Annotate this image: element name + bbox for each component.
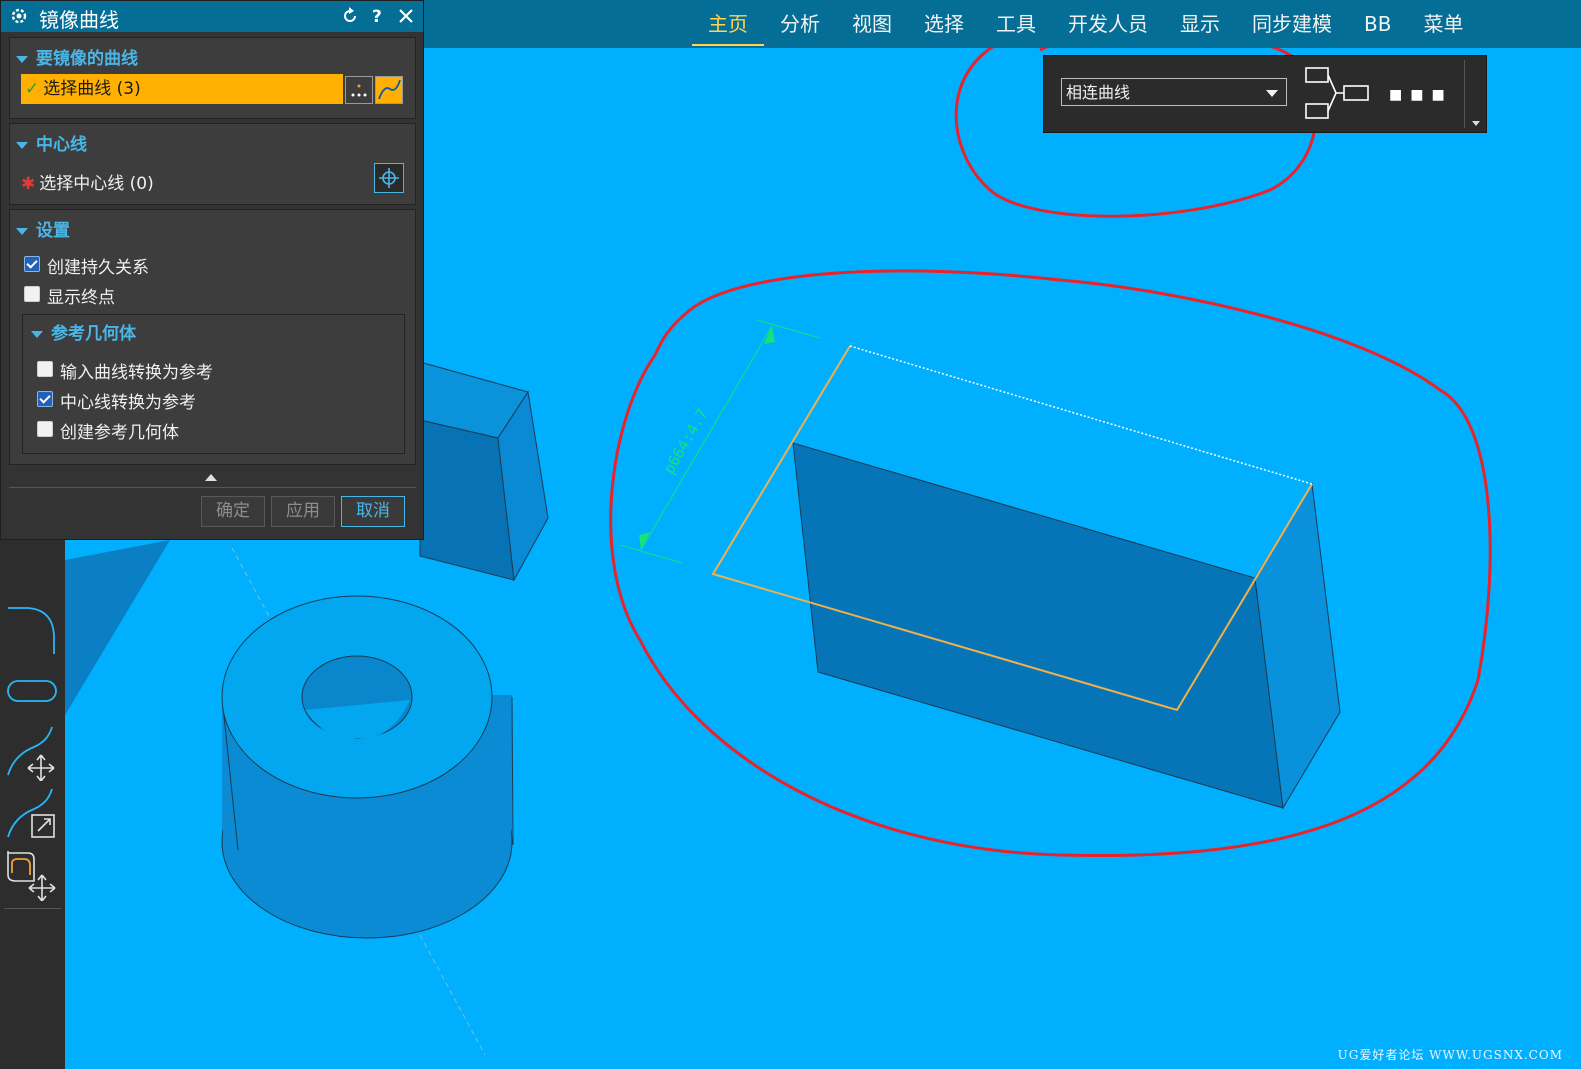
chevron-down-icon: [1266, 90, 1278, 97]
gear-icon[interactable]: [9, 6, 29, 26]
chevron-down-icon: [16, 141, 28, 149]
watermark-text: UG爱好者论坛 WWW.UGSNX.COM: [1337, 1048, 1563, 1062]
select-curve-label: 选择曲线 (3): [43, 79, 141, 99]
group-header-curves[interactable]: 要镜像的曲线: [16, 44, 138, 69]
curve-icon: [378, 79, 401, 100]
required-icon: ✱: [21, 174, 36, 194]
mirror-curve-dialog: 镜像曲线 ? 要镜像的曲线 ✓ 选择曲线 (3) 中心线 ✱ 选择中心线 (0)…: [0, 0, 424, 540]
centerline-to-reference-label: 中心线转换为参考: [60, 393, 196, 413]
group-header-reference[interactable]: 参考几何体: [31, 319, 136, 344]
wedge-solid: [792, 442, 1341, 810]
dialog-title: 镜像曲线: [39, 8, 119, 32]
curve-rule-toolbar: 相连曲线 ■■■: [1043, 55, 1487, 133]
divider: [9, 487, 416, 488]
group-curves-to-mirror: 要镜像的曲线 ✓ 选择曲线 (3): [9, 37, 416, 119]
check-icon: ✓: [25, 79, 40, 99]
select-centerline-row[interactable]: ✱ 选择中心线 (0): [21, 169, 154, 194]
input-curves-to-reference-checkbox[interactable]: [37, 361, 53, 377]
group-header-centerline[interactable]: 中心线: [16, 130, 87, 155]
group-settings: 设置 创建持久关系 显示终点 参考几何体 输入曲线转换为参考 中心线转换为参考 …: [9, 209, 416, 465]
offset-move-curve-icon[interactable]: [4, 845, 60, 901]
curve-select-button[interactable]: [375, 76, 403, 104]
dialog-titlebar[interactable]: 镜像曲线 ?: [1, 1, 423, 32]
group-title: 参考几何体: [51, 324, 136, 344]
create-reference-geometry-label: 创建参考几何体: [60, 423, 179, 443]
help-icon[interactable]: ?: [369, 5, 387, 27]
tab-analysis[interactable]: 分析: [764, 0, 836, 48]
dimension-label: p664:4.7: [660, 405, 712, 477]
tab-menu[interactable]: 菜单: [1407, 0, 1479, 48]
box-solid-left: [419, 361, 549, 582]
create-persistent-relation-label: 创建持久关系: [47, 258, 149, 278]
cancel-button[interactable]: 取消: [341, 496, 405, 527]
tab-select[interactable]: 选择: [908, 0, 980, 48]
centerline-to-reference-checkbox[interactable]: [37, 391, 53, 407]
chevron-down-icon: [16, 55, 28, 63]
tab-tools[interactable]: 工具: [980, 0, 1052, 48]
group-header-settings[interactable]: 设置: [16, 216, 70, 241]
chevron-down-icon: [31, 330, 43, 338]
reset-icon[interactable]: [341, 5, 359, 27]
tab-bb[interactable]: BB: [1348, 0, 1407, 48]
group-title: 中心线: [36, 135, 87, 155]
left-solid-face: [65, 540, 170, 715]
group-title: 要镜像的曲线: [36, 49, 138, 69]
scale-curve-icon[interactable]: [4, 785, 60, 841]
toolbar-separator: [1464, 60, 1465, 128]
tab-view[interactable]: 视图: [836, 0, 908, 48]
close-icon[interactable]: [397, 5, 415, 27]
tree-structure-icon[interactable]: [1302, 64, 1372, 122]
ok-button[interactable]: 确定: [201, 496, 265, 527]
crosshair-icon: [379, 168, 399, 188]
point-dialog-icon: [351, 84, 367, 97]
toolbar-expand-icon[interactable]: [1472, 121, 1480, 126]
create-persistent-relation-checkbox[interactable]: [24, 256, 40, 272]
chevron-down-icon: [16, 227, 28, 235]
tab-developer[interactable]: 开发人员: [1052, 0, 1164, 48]
ribbon-tabs: 主页 分析 视图 选择 工具 开发人员 显示 同步建模 BB 菜单: [692, 0, 1479, 48]
toolbar-separator: [4, 908, 61, 909]
dimension-annotation[interactable]: p664:4.7: [619, 319, 821, 564]
curve-rule-dropdown[interactable]: 相连曲线: [1061, 78, 1287, 106]
fillet-curve-icon[interactable]: [4, 598, 60, 654]
select-curve-row[interactable]: ✓ 选择曲线 (3): [21, 74, 343, 104]
dialog-title-actions: ?: [341, 5, 415, 27]
show-endpoints-checkbox[interactable]: [24, 286, 40, 302]
input-curves-to-reference-label: 输入曲线转换为参考: [60, 363, 213, 383]
tab-home[interactable]: 主页: [692, 0, 764, 48]
show-endpoints-label: 显示终点: [47, 288, 115, 308]
create-reference-geometry-checkbox[interactable]: [37, 421, 53, 437]
slot-shape-icon[interactable]: [4, 665, 60, 721]
group-centerline: 中心线 ✱ 选择中心线 (0): [9, 123, 416, 205]
cylinder-solid: [221, 595, 514, 939]
group-reference-geometry: 参考几何体 输入曲线转换为参考 中心线转换为参考 创建参考几何体: [22, 314, 405, 454]
tab-display[interactable]: 显示: [1164, 0, 1236, 48]
more-options-icon[interactable]: ■■■: [1389, 87, 1453, 103]
left-toolbar: [0, 540, 65, 1069]
tab-synchronous-modeling[interactable]: 同步建模: [1236, 0, 1348, 48]
select-centerline-label: 选择中心线 (0): [39, 174, 154, 194]
svg-text:?: ?: [372, 7, 382, 27]
apply-button[interactable]: 应用: [271, 496, 335, 527]
point-dialog-button[interactable]: [345, 76, 373, 104]
curve-rule-value: 相连曲线: [1066, 83, 1131, 102]
move-curve-icon[interactable]: [4, 725, 60, 781]
collapse-more-bar[interactable]: [9, 468, 416, 488]
group-title: 设置: [36, 221, 70, 241]
centerline-select-button[interactable]: [374, 163, 404, 193]
chevron-up-icon: [205, 474, 217, 481]
